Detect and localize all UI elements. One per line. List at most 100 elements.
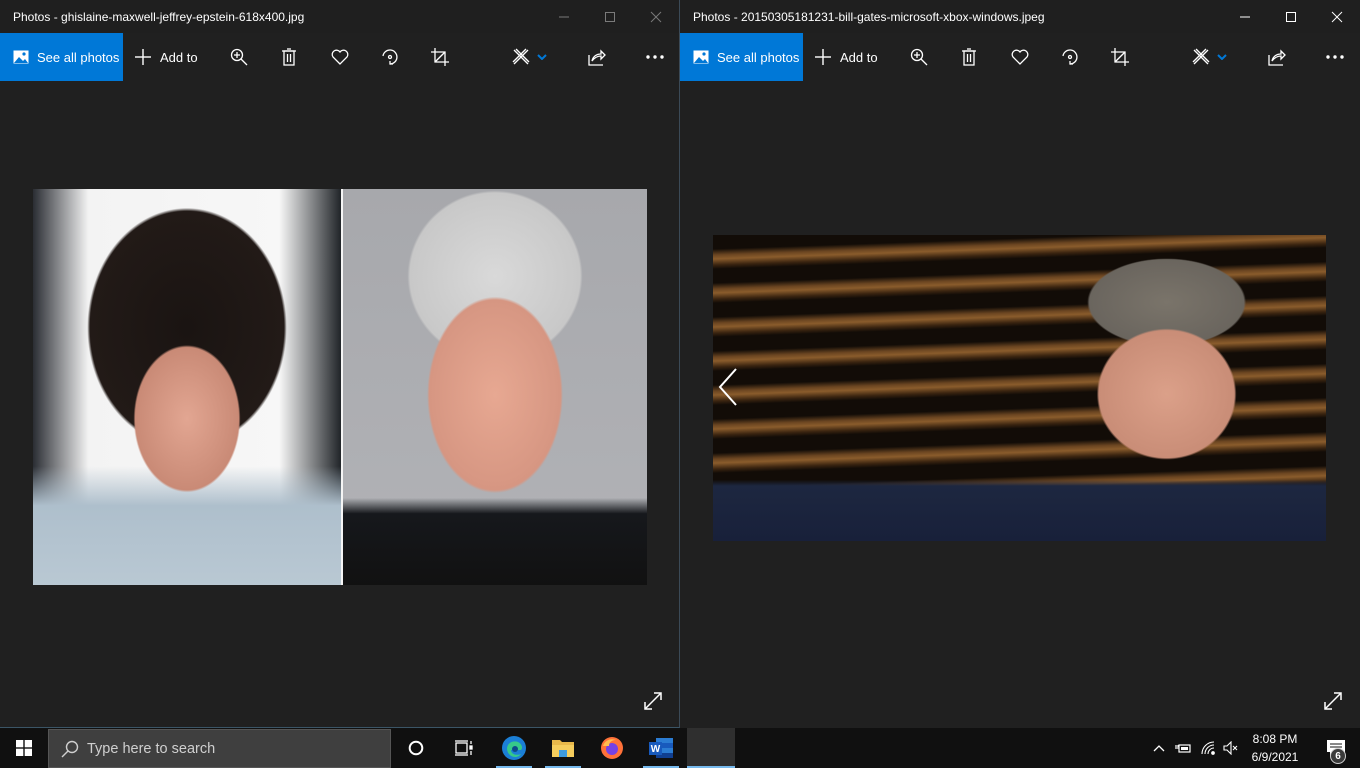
- favorite-button[interactable]: [320, 33, 360, 81]
- toolbar: See all photos Add to: [0, 33, 679, 81]
- search-placeholder: Type here to search: [87, 740, 216, 757]
- chevron-down-icon: [537, 54, 547, 60]
- see-all-photos-label: See all photos: [37, 49, 120, 65]
- volume-muted-icon: [1223, 741, 1238, 755]
- taskbar-app-file-explorer[interactable]: [539, 728, 587, 768]
- rotate-icon: [1062, 49, 1078, 65]
- heart-icon: [331, 49, 349, 65]
- close-icon: [650, 11, 662, 22]
- taskbar-app-firefox[interactable]: [588, 728, 636, 768]
- add-to-label: Add to: [160, 49, 198, 65]
- taskbar-app-edge[interactable]: [490, 728, 538, 768]
- photo-viewer[interactable]: [0, 81, 679, 727]
- photos-window-left: Photos - ghislaine-maxwell-jeffrey-epste…: [0, 0, 680, 728]
- zoom-button[interactable]: [899, 33, 939, 81]
- crop-button[interactable]: [420, 33, 460, 81]
- fullscreen-button[interactable]: [1323, 691, 1347, 715]
- zoom-button[interactable]: [219, 33, 259, 81]
- wifi-icon: [1201, 741, 1215, 755]
- toolbar: See all photos Add to: [680, 33, 1360, 81]
- crop-icon: [431, 48, 449, 66]
- taskbar-search-box[interactable]: Type here to search: [48, 729, 391, 768]
- file-explorer-icon: [552, 740, 574, 757]
- add-to-button[interactable]: Add to: [815, 33, 878, 81]
- battery-button[interactable]: [1172, 728, 1194, 768]
- action-center-button[interactable]: 6: [1312, 728, 1360, 768]
- chevron-down-icon: [1217, 54, 1227, 60]
- photos-window-right: Photos - 20150305181231-bill-gates-micro…: [680, 0, 1360, 728]
- clock-time: 8:08 PM: [1252, 732, 1298, 746]
- window-title: Photos - ghislaine-maxwell-jeffrey-epste…: [13, 9, 305, 24]
- word-icon: W: [649, 738, 673, 758]
- chevron-left-icon: [718, 368, 737, 406]
- heart-icon: [1011, 49, 1029, 65]
- add-to-label: Add to: [840, 49, 878, 65]
- share-button[interactable]: [1257, 33, 1297, 81]
- more-icon: [1326, 55, 1344, 59]
- delete-button[interactable]: [269, 33, 309, 81]
- battery-charging-icon: [1175, 744, 1191, 753]
- svg-text:W: W: [651, 744, 661, 755]
- network-button[interactable]: [1198, 728, 1220, 768]
- add-to-button[interactable]: Add to: [135, 33, 198, 81]
- see-all-photos-button[interactable]: See all photos: [0, 33, 123, 81]
- rotate-button[interactable]: [370, 33, 410, 81]
- taskbar-app-photos[interactable]: [687, 728, 735, 768]
- more-button[interactable]: [635, 33, 675, 81]
- minimize-button[interactable]: [541, 0, 587, 33]
- volume-button[interactable]: [1220, 728, 1242, 768]
- cortana-button[interactable]: [392, 728, 440, 768]
- photo-portrait-man-glasses: [713, 235, 1326, 541]
- more-button[interactable]: [1315, 33, 1355, 81]
- maximize-button[interactable]: [1268, 0, 1314, 33]
- zoom-icon: [230, 48, 248, 66]
- share-icon: [588, 49, 606, 66]
- start-button[interactable]: [0, 728, 48, 768]
- edge-icon: [502, 736, 526, 760]
- expand-icon: [1324, 692, 1342, 710]
- plus-icon: [815, 49, 831, 65]
- close-button[interactable]: [1314, 0, 1360, 33]
- maximize-button[interactable]: [587, 0, 633, 33]
- clock-date: 6/9/2021: [1251, 750, 1299, 764]
- more-icon: [646, 55, 664, 59]
- minimize-button[interactable]: [1222, 0, 1268, 33]
- edit-dropdown-chevron[interactable]: [1210, 33, 1234, 81]
- taskbar-app-word[interactable]: W: [637, 728, 685, 768]
- edit-create-icon: [512, 48, 530, 65]
- rotate-button[interactable]: [1050, 33, 1090, 81]
- close-icon: [1331, 11, 1343, 22]
- photo-viewer[interactable]: [680, 81, 1360, 728]
- show-hidden-icons-button[interactable]: [1148, 728, 1170, 768]
- see-all-photos-button[interactable]: See all photos: [680, 33, 803, 81]
- task-view-icon: [455, 740, 473, 756]
- delete-icon: [962, 48, 976, 66]
- task-view-button[interactable]: [440, 728, 488, 768]
- title-bar[interactable]: Photos - ghislaine-maxwell-jeffrey-epste…: [0, 0, 679, 33]
- chevron-up-icon: [1153, 745, 1165, 752]
- expand-icon: [644, 692, 662, 710]
- photo-icon: [693, 50, 709, 64]
- clock[interactable]: 8:08 PM 6/9/2021: [1240, 730, 1310, 766]
- minimize-icon: [559, 16, 569, 17]
- crop-icon: [1111, 48, 1129, 66]
- edit-create-icon: [1192, 48, 1210, 65]
- rotate-icon: [382, 49, 398, 65]
- fullscreen-button[interactable]: [643, 691, 667, 715]
- firefox-icon: [601, 737, 623, 759]
- share-button[interactable]: [577, 33, 617, 81]
- delete-button[interactable]: [949, 33, 989, 81]
- notification-count-badge: 6: [1330, 748, 1346, 764]
- search-icon: [61, 740, 79, 757]
- title-bar[interactable]: Photos - 20150305181231-bill-gates-micro…: [680, 0, 1360, 33]
- photo-left-portrait-woman: [33, 189, 341, 585]
- taskbar: Type here to search W 8:08 PM 6/9/2021 6: [0, 728, 1360, 768]
- window-title: Photos - 20150305181231-bill-gates-micro…: [693, 9, 1045, 24]
- previous-photo-button[interactable]: [716, 367, 742, 407]
- edit-dropdown-chevron[interactable]: [530, 33, 554, 81]
- maximize-icon: [605, 11, 615, 22]
- favorite-button[interactable]: [1000, 33, 1040, 81]
- crop-button[interactable]: [1100, 33, 1140, 81]
- minimize-icon: [1240, 16, 1250, 17]
- close-button[interactable]: [633, 0, 679, 33]
